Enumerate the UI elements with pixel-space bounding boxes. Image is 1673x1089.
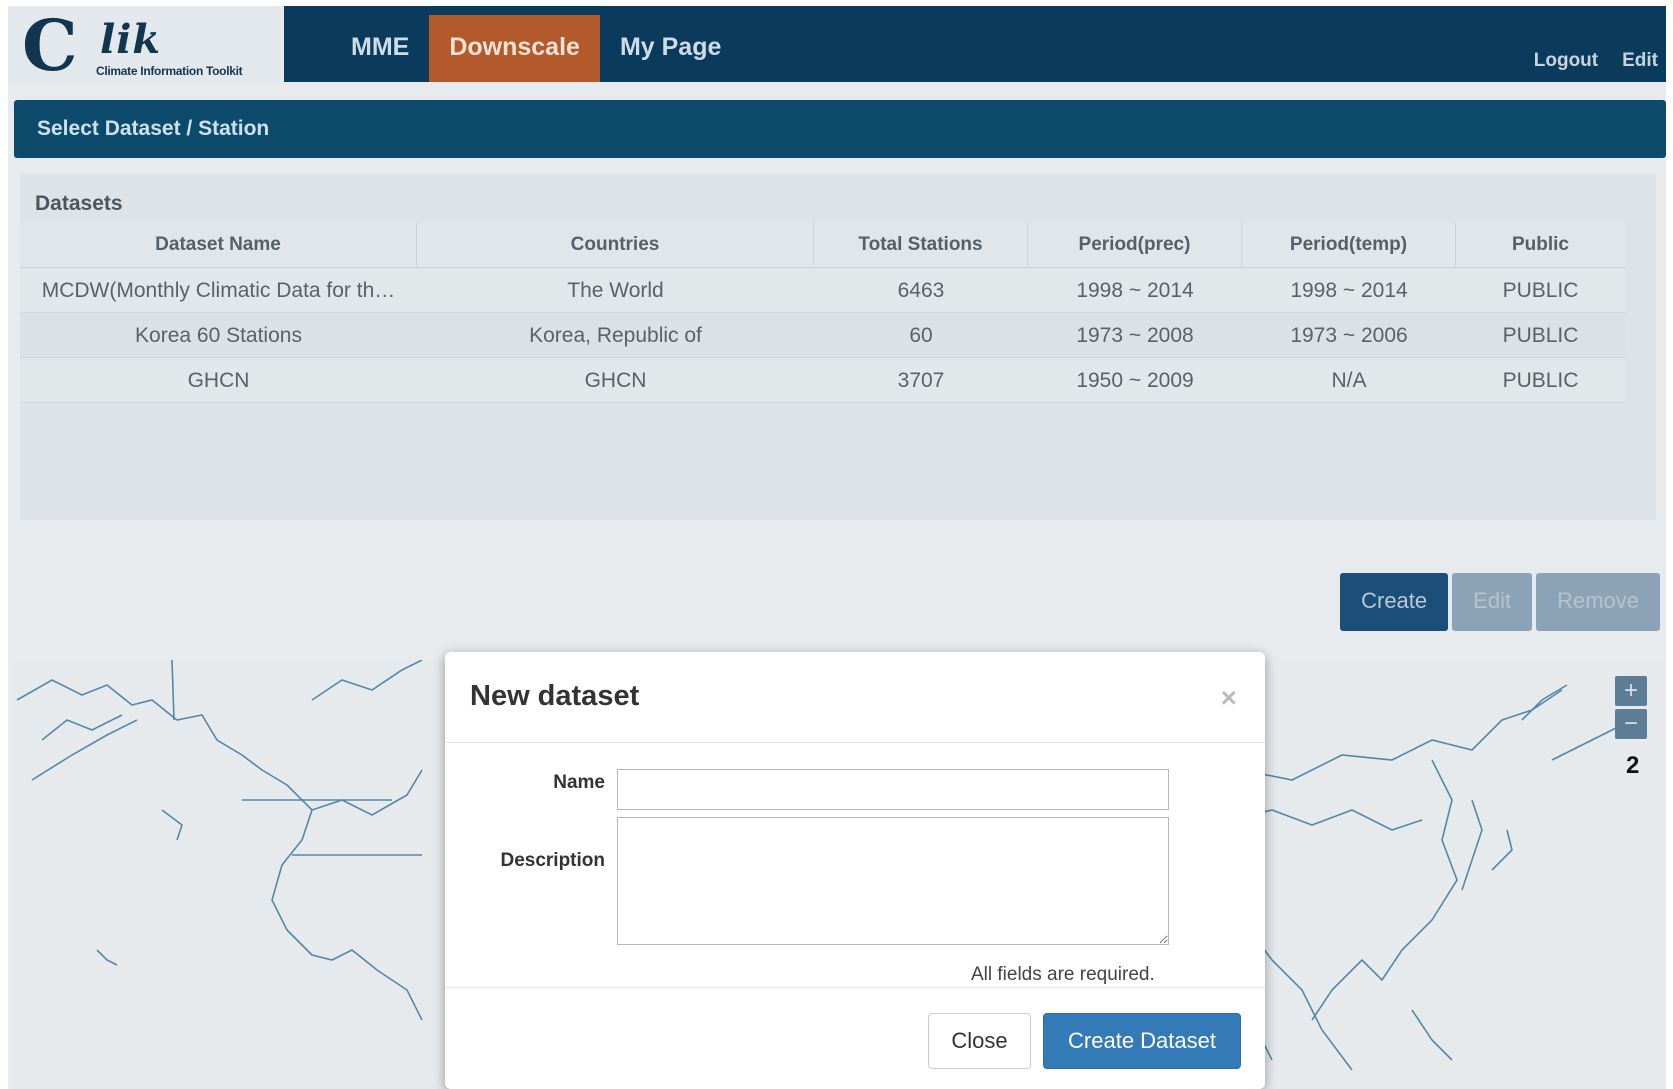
name-label: Name [553,772,605,793]
create-dataset-button[interactable]: Create Dataset [1043,1013,1241,1069]
modal-footer-divider [445,987,1265,988]
modal-header-divider [445,742,1265,743]
close-button[interactable]: Close [928,1013,1031,1069]
description-label: Description [500,850,605,871]
close-icon[interactable]: × [1221,682,1237,714]
description-textarea[interactable] [617,817,1169,945]
modal-title: New dataset [470,680,640,712]
name-input[interactable] [617,769,1169,810]
new-dataset-modal: New dataset × Name Description All field… [445,652,1265,1089]
required-note: All fields are required. [971,964,1155,985]
